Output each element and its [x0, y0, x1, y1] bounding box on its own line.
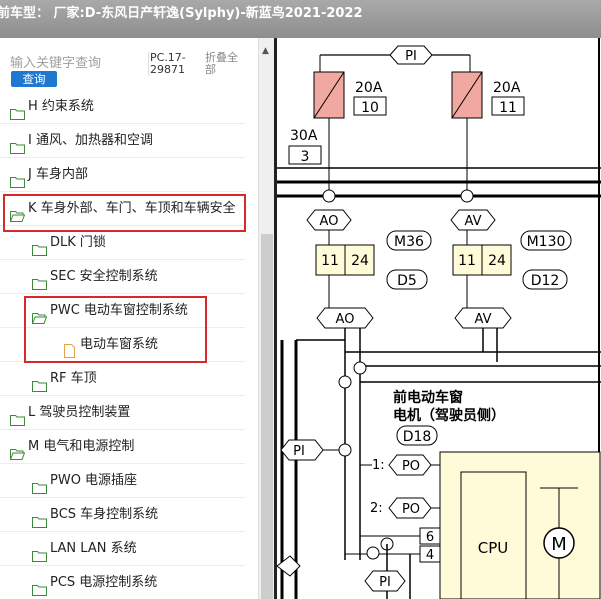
svg-text:PO: PO — [402, 502, 420, 517]
sidebar-scrollbar[interactable]: ▲ — [258, 38, 275, 599]
folder-closed-icon — [10, 100, 25, 120]
tree-item-lan[interactable]: LAN LAN 系统 — [0, 532, 245, 566]
svg-text:M130: M130 — [527, 234, 566, 250]
tree-item-label: L 驾驶员控制装置 — [28, 405, 131, 420]
folder-closed-icon — [32, 576, 47, 596]
fuse-3-amps: 30A — [290, 128, 318, 144]
folder-closed-icon — [32, 372, 47, 392]
motor-label: 前电动车窗 — [393, 389, 463, 406]
svg-text:PI: PI — [293, 444, 305, 459]
fuse-10-amps: 20A — [355, 80, 383, 96]
tree-item-label: J 车身内部 — [28, 167, 88, 182]
svg-text:11: 11 — [458, 253, 476, 269]
fuse-11-amps: 20A — [493, 80, 521, 96]
tree-item-i[interactable]: I 通风、加热器和空调 — [0, 124, 245, 158]
folder-closed-icon — [10, 134, 25, 154]
folder-closed-icon — [10, 168, 25, 188]
tree-item-label: I 通风、加热器和空调 — [28, 133, 153, 148]
svg-text:6: 6 — [426, 530, 434, 545]
search-button[interactable]: 查询 — [11, 71, 57, 87]
svg-text:M36: M36 — [394, 234, 424, 250]
cpu-block — [460, 471, 527, 599]
svg-text:1:: 1: — [372, 458, 385, 473]
pc-number: PC.17-29871 — [148, 52, 200, 76]
tree-item-label: BCS 车身控制系统 — [50, 507, 159, 522]
folder-closed-icon — [32, 474, 47, 494]
tree-item-label: SEC 安全控制系统 — [50, 269, 158, 284]
folder-closed-icon — [32, 542, 47, 562]
cpu-label: CPU — [478, 539, 509, 557]
tree-item-label: PCS 电源控制系统 — [50, 575, 158, 590]
tree-item-label: RF 车顶 — [50, 371, 97, 386]
collapse-all-link[interactable]: 折叠全部 — [205, 52, 245, 76]
tree-item-bcs[interactable]: BCS 车身控制系统 — [0, 498, 245, 532]
tree-item-label: LAN LAN 系统 — [50, 541, 137, 556]
svg-text:24: 24 — [351, 253, 369, 269]
svg-text:D5: D5 — [397, 273, 417, 289]
av-label-top: AV — [465, 214, 482, 229]
tree-item-pwo[interactable]: PWO 电源插座 — [0, 464, 245, 498]
svg-text:AO: AO — [336, 312, 355, 327]
tree-item-m[interactable]: M 电气和电源控制 — [0, 430, 245, 464]
svg-text:AV: AV — [475, 312, 492, 327]
search-input[interactable] — [10, 56, 142, 70]
folder-closed-icon — [32, 236, 47, 256]
tree-item-j[interactable]: J 车身内部 — [0, 158, 245, 192]
highlight-box-pwc — [24, 296, 207, 363]
wiring-diagram[interactable]: PI 20A 10 20A 11 30A 3 AO AV 11 24 11 24… — [277, 38, 601, 599]
tree-item-h[interactable]: H 约束系统 — [0, 90, 245, 124]
svg-text:PI: PI — [379, 575, 391, 590]
svg-text:PO: PO — [402, 459, 420, 474]
window-title-bar: 前车型： 厂家:D-东风日产轩逸(Sylphy)-新蓝鸟2021-2022 — [0, 0, 601, 38]
fuse-11-num: 11 — [499, 100, 517, 116]
svg-text:D18: D18 — [403, 429, 432, 445]
svg-text:11: 11 — [321, 253, 339, 269]
svg-text:D12: D12 — [531, 273, 560, 289]
ao-label-top: AO — [320, 214, 339, 229]
scrollbar-thumb[interactable] — [261, 234, 273, 599]
tree-item-pcs[interactable]: PCS 电源控制系统 — [0, 566, 245, 599]
tree-item-label: M 电气和电源控制 — [28, 439, 135, 454]
tree-item-sec[interactable]: SEC 安全控制系统 — [0, 260, 245, 294]
folder-open-icon — [9, 440, 26, 460]
tree-item-label: H 约束系统 — [28, 99, 94, 114]
fuse-10-num: 10 — [361, 100, 379, 116]
window-title: 前车型： 厂家:D-东风日产轩逸(Sylphy)-新蓝鸟2021-2022 — [0, 6, 363, 21]
motor-label-2: 电机（驾驶员侧） — [393, 407, 505, 424]
folder-closed-icon — [10, 406, 25, 426]
highlight-box-k-category — [3, 194, 246, 232]
fuse-3-num: 3 — [301, 149, 310, 165]
svg-text:M: M — [551, 534, 567, 555]
pi-label-top: PI — [405, 49, 417, 64]
svg-text:4: 4 — [426, 548, 434, 563]
svg-text:2:: 2: — [370, 501, 383, 516]
tree-item-rf[interactable]: RF 车顶 — [0, 362, 245, 396]
tree-item-label: PWO 电源插座 — [50, 473, 138, 488]
svg-text:24: 24 — [488, 253, 506, 269]
folder-closed-icon — [32, 508, 47, 528]
folder-closed-icon — [32, 270, 47, 290]
scroll-up-arrow-icon[interactable]: ▲ — [262, 46, 269, 56]
search-row: 查询 PC.17-29871 折叠全部 — [0, 38, 258, 90]
tree-item-l[interactable]: L 驾驶员控制装置 — [0, 396, 245, 430]
